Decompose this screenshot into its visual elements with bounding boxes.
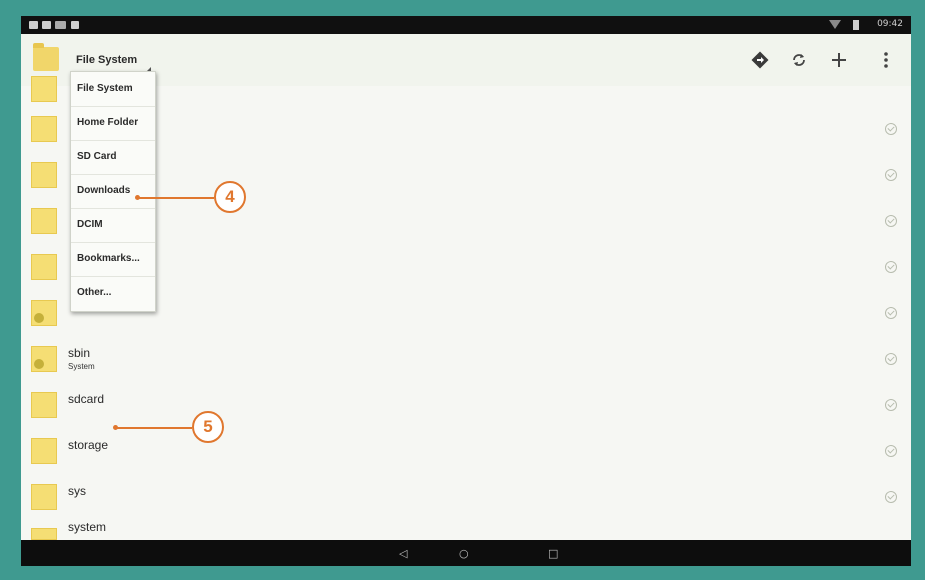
list-item[interactable]: system: [21, 520, 911, 540]
select-check-icon[interactable]: [885, 307, 897, 319]
folder-icon: [33, 43, 59, 71]
back-icon[interactable]: ◁: [399, 547, 407, 560]
callout-4-badge: 4: [214, 181, 246, 213]
menu-item-label: Bookmarks...: [77, 253, 140, 264]
select-check-icon[interactable]: [885, 445, 897, 457]
folder-icon: [31, 116, 57, 142]
navigate-icon[interactable]: [747, 48, 773, 72]
folder-icon: [31, 528, 57, 540]
file-name: sdcard: [68, 392, 105, 406]
add-icon[interactable]: [826, 48, 852, 72]
image-icon: [42, 21, 51, 29]
select-check-icon[interactable]: [885, 123, 897, 135]
menu-item-other[interactable]: Other...: [71, 276, 155, 310]
callout-5-line: [116, 427, 192, 429]
menu-item-label: Other...: [77, 287, 112, 298]
folder-icon: [31, 438, 57, 464]
system-folder-icon: [31, 300, 57, 326]
file-name: sys: [68, 484, 86, 498]
menu-item-file-system[interactable]: File System: [71, 72, 155, 107]
system-folder-icon: [31, 346, 57, 372]
wifi-icon: [829, 20, 841, 29]
location-title[interactable]: File System: [76, 54, 137, 66]
status-bar: 09:42: [21, 16, 911, 34]
menu-item-label: Home Folder: [77, 117, 139, 128]
select-check-icon[interactable]: [885, 399, 897, 411]
tablet-screen: 09:42 File System sbin System sdcard sto…: [21, 16, 911, 566]
menu-item-label: File System: [77, 83, 133, 94]
menu-item-label: SD Card: [77, 151, 117, 162]
menu-item-sd-card[interactable]: SD Card: [71, 140, 155, 175]
home-icon[interactable]: ○: [459, 547, 469, 560]
folder-icon: [31, 76, 57, 102]
location-dropdown-menu: File System Home Folder SD Card Download…: [70, 71, 156, 312]
navigation-bar: ◁ ○ □: [21, 540, 911, 566]
menu-item-bookmarks[interactable]: Bookmarks...: [71, 242, 155, 277]
folder-icon: [31, 254, 57, 280]
callout-4-line: [138, 197, 214, 199]
overflow-menu-icon[interactable]: [873, 48, 899, 72]
menu-item-label: Downloads: [77, 185, 131, 196]
select-check-icon[interactable]: [885, 353, 897, 365]
clock: 09:42: [877, 19, 903, 29]
file-name: system: [68, 520, 107, 534]
download-icon: [71, 21, 79, 29]
folder-icon: [31, 162, 57, 188]
recents-icon[interactable]: □: [548, 547, 558, 560]
list-item[interactable]: sbin System: [21, 338, 911, 385]
menu-item-downloads[interactable]: Downloads: [71, 174, 155, 209]
file-name: storage: [68, 438, 109, 452]
list-item[interactable]: sdcard: [21, 384, 911, 431]
menu-item-home-folder[interactable]: Home Folder: [71, 106, 155, 141]
menu-item-label: DCIM: [77, 219, 103, 230]
list-item[interactable]: sys: [21, 476, 911, 523]
file-subtitle: System: [68, 362, 95, 371]
file-name: sbin: [68, 346, 91, 360]
menu-item-dcim[interactable]: DCIM: [71, 208, 155, 243]
refresh-icon[interactable]: [786, 48, 812, 72]
list-item[interactable]: storage: [21, 430, 911, 477]
select-check-icon[interactable]: [885, 169, 897, 181]
folder-icon: [31, 484, 57, 510]
select-check-icon[interactable]: [885, 215, 897, 227]
notification-icon: [29, 21, 38, 29]
battery-icon: [853, 20, 859, 30]
usb-icon: [55, 21, 66, 29]
folder-icon: [31, 392, 57, 418]
folder-icon: [31, 208, 57, 234]
select-check-icon[interactable]: [885, 261, 897, 273]
select-check-icon[interactable]: [885, 491, 897, 503]
callout-5-badge: 5: [192, 411, 224, 443]
